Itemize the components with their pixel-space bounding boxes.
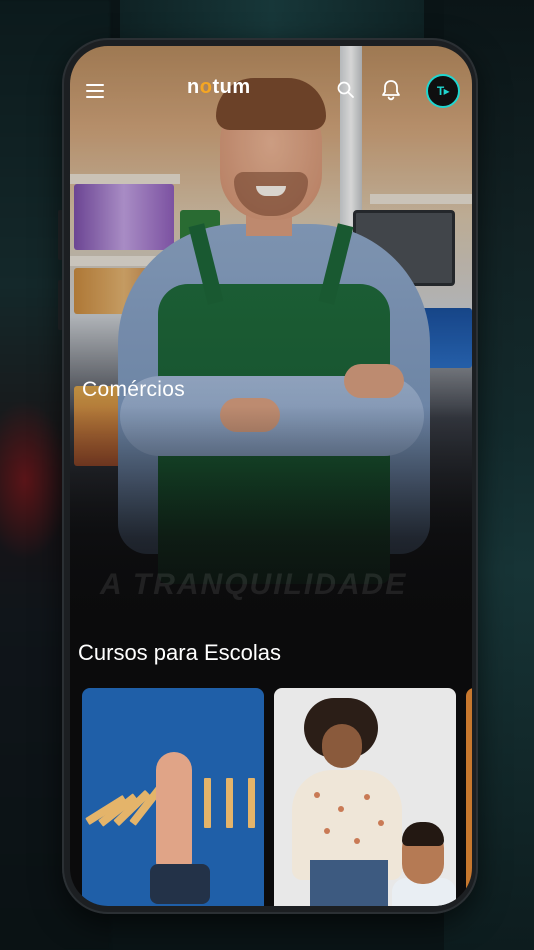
domino — [226, 778, 233, 828]
card-sleeve — [150, 864, 210, 904]
logo-text: notum — [187, 76, 251, 98]
course-carousel[interactable] — [82, 688, 472, 906]
pattern-dot — [314, 792, 320, 798]
hero-banner[interactable]: A TRANQUILIDADE Comércios — [70, 46, 472, 646]
menu-icon[interactable] — [86, 84, 104, 99]
pattern-dot — [378, 820, 384, 826]
card-child-hair — [402, 822, 444, 846]
hero-watermark: A TRANQUILIDADE — [100, 568, 408, 601]
pattern-dot — [354, 838, 360, 844]
background-top — [120, 0, 424, 40]
card-person-face — [322, 724, 362, 768]
app-logo[interactable]: notum — [187, 76, 251, 99]
pattern-dot — [324, 828, 330, 834]
section-title: Cursos para Escolas — [78, 640, 281, 665]
background-glow — [0, 400, 70, 560]
search-icon[interactable] — [336, 80, 356, 100]
card-hand — [156, 752, 192, 872]
app-screen: A TRANQUILIDADE Comércios notum T▸ Curso… — [70, 46, 472, 906]
domino — [204, 778, 211, 828]
course-card-2[interactable] — [274, 688, 456, 906]
hero-fade-overlay — [70, 406, 472, 646]
pattern-dot — [364, 794, 370, 800]
card-person-jeans — [310, 860, 388, 906]
course-card-3[interactable] — [466, 688, 472, 906]
avatar[interactable]: T▸ — [426, 74, 460, 108]
hero-category-title[interactable]: Comércios — [82, 378, 185, 402]
course-card-1[interactable] — [82, 688, 264, 906]
pattern-dot — [338, 806, 344, 812]
bell-icon[interactable] — [380, 78, 402, 102]
domino — [248, 778, 255, 828]
top-app-bar: notum T▸ — [70, 46, 472, 136]
